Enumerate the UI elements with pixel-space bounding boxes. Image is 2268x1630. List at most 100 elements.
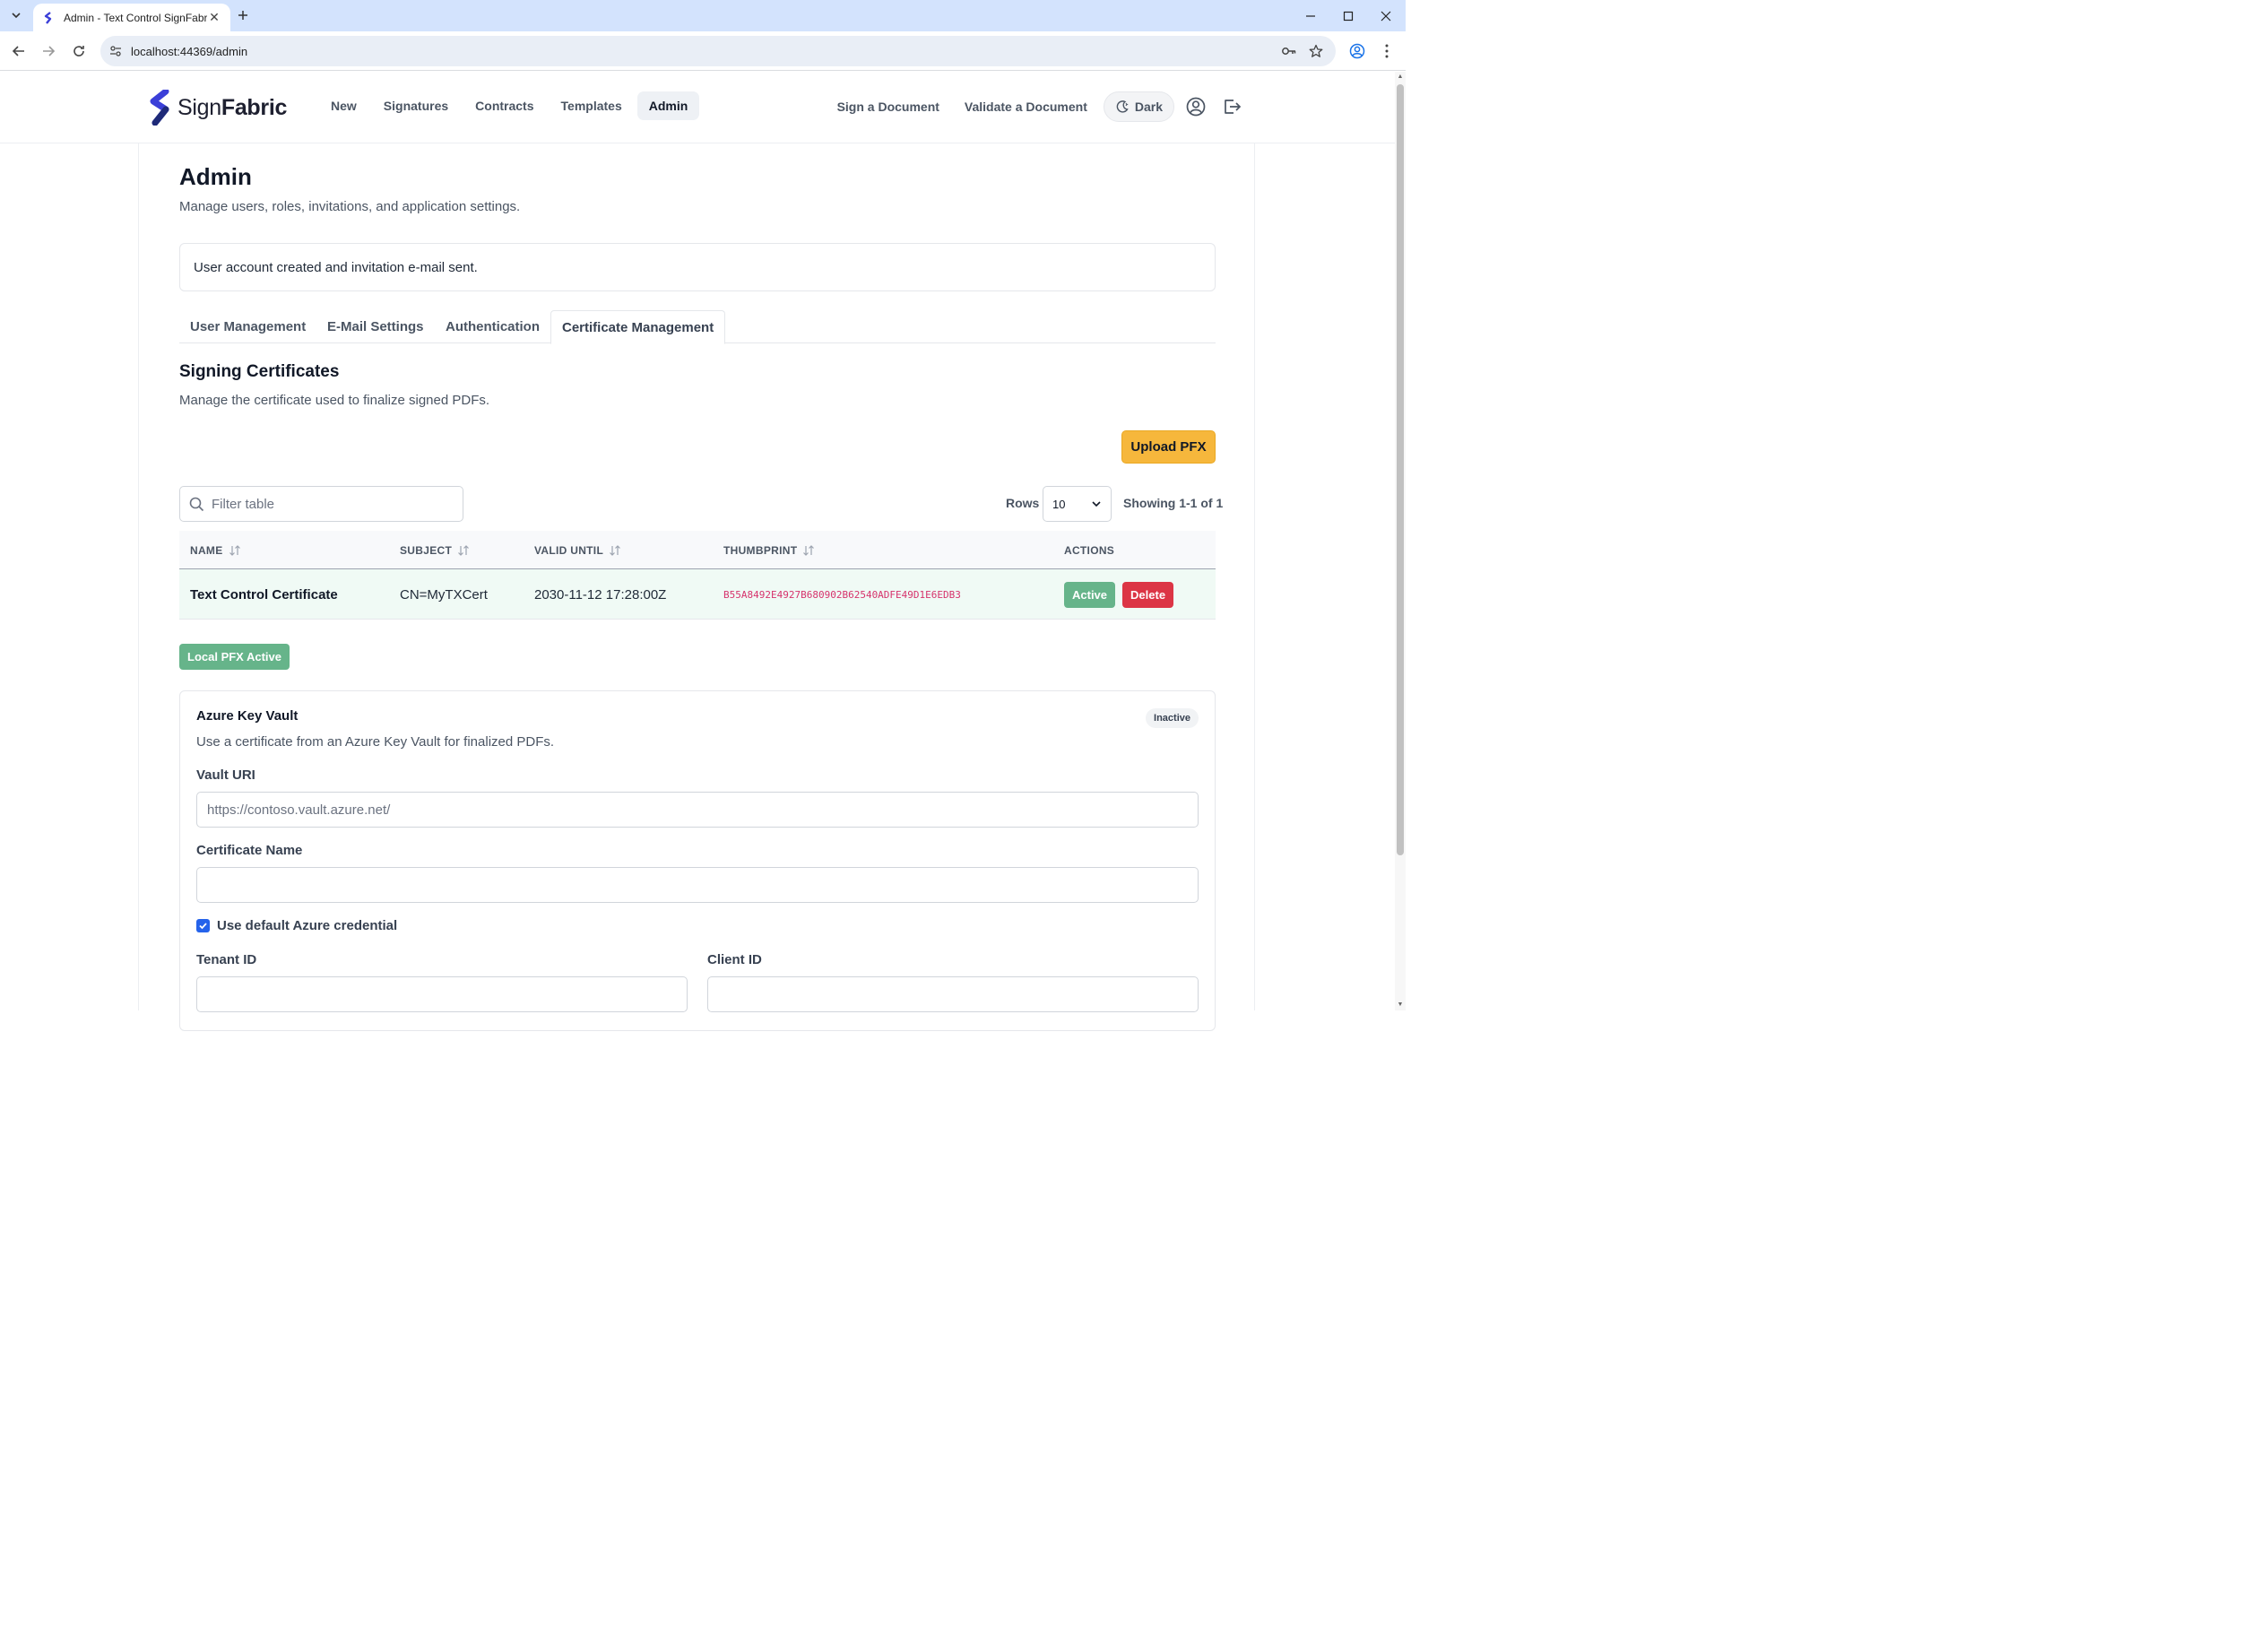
scrollbar-thumb[interactable]: [1397, 84, 1404, 855]
back-button[interactable]: [7, 39, 30, 63]
column-header-name[interactable]: NAME: [190, 531, 241, 569]
nav-signatures[interactable]: Signatures: [372, 91, 460, 120]
url-text: localhost:44369/admin: [131, 44, 248, 58]
user-account-button[interactable]: [1182, 92, 1210, 121]
section-subtitle: Manage the certificate used to finalize …: [179, 393, 490, 408]
site-info-icon[interactable]: [108, 43, 124, 59]
column-header-thumbprint[interactable]: THUMBPRINT: [723, 531, 815, 569]
admin-tabs: User Management E-Mail Settings Authenti…: [179, 310, 1216, 344]
dark-mode-toggle[interactable]: Dark: [1103, 91, 1174, 122]
nav-templates[interactable]: Templates: [550, 91, 634, 120]
rows-per-page-select[interactable]: 10: [1043, 486, 1112, 522]
password-key-button[interactable]: [1277, 39, 1301, 63]
certificates-table: NAME SUBJECT VALID UNTIL THUMBPRINT ACTI…: [179, 531, 1216, 620]
reload-icon: [74, 46, 84, 56]
column-header-actions: ACTIONS: [1064, 543, 1115, 557]
page-scrollbar[interactable]: ▲ ▼: [1395, 72, 1406, 1010]
column-header-valid-until[interactable]: VALID UNTIL: [534, 531, 621, 569]
tab-certificate-management[interactable]: Certificate Management: [550, 310, 726, 344]
sign-document-link[interactable]: Sign a Document: [828, 92, 948, 121]
user-circle-icon: [1186, 97, 1206, 117]
forward-button[interactable]: [37, 39, 60, 63]
sort-icon: [803, 544, 815, 556]
tab-title: Admin - Text Control SignFabric: [64, 11, 207, 24]
dark-mode-label: Dark: [1134, 100, 1163, 114]
chevron-down-icon: [1092, 501, 1101, 507]
signfabric-logo-icon: [150, 90, 169, 126]
tenant-id-label: Tenant ID: [196, 952, 257, 967]
success-alert: User account created and invitation e-ma…: [179, 243, 1216, 291]
chevron-down-icon: [12, 13, 21, 19]
minimize-icon: [1306, 14, 1315, 17]
default-credential-checkbox[interactable]: [196, 919, 210, 932]
maximize-icon: [1343, 11, 1354, 21]
profile-button[interactable]: [1346, 39, 1369, 63]
tab-close-icon[interactable]: ✕: [207, 10, 221, 25]
vault-uri-input[interactable]: [196, 792, 1199, 828]
pagination-summary: Showing 1-1 of 1: [1123, 496, 1224, 510]
vault-uri-label: Vault URI: [196, 767, 255, 783]
tab-search-button[interactable]: [5, 5, 27, 25]
default-credential-row[interactable]: Use default Azure credential: [196, 918, 397, 933]
active-status-badge[interactable]: Active: [1064, 581, 1116, 608]
tenant-id-input[interactable]: [196, 976, 688, 1012]
azure-key-vault-card: Azure Key Vault Inactive Use a certifica…: [179, 690, 1216, 1031]
profile-icon: [1349, 43, 1365, 59]
signfabric-logo[interactable]: SignFabric: [149, 90, 287, 126]
more-vertical-icon: [1385, 44, 1389, 58]
moon-icon: [1116, 100, 1129, 113]
signfabric-favicon-icon: [44, 11, 52, 24]
azure-card-description: Use a certificate from an Azure Key Vaul…: [196, 734, 555, 750]
default-credential-label: Use default Azure credential: [217, 918, 398, 933]
browser-tab-active[interactable]: Admin - Text Control SignFabric ✕: [33, 4, 230, 31]
table-row: Text Control Certificate CN=MyTXCert 203…: [179, 569, 1216, 620]
scroll-up-icon[interactable]: ▲: [1397, 74, 1404, 81]
table-header: NAME SUBJECT VALID UNTIL THUMBPRINT ACTI…: [179, 531, 1216, 569]
cert-name: Text Control Certificate: [190, 586, 338, 603]
main-nav: New Signatures Contracts Templates Admin: [319, 91, 700, 120]
reload-button[interactable]: [67, 39, 91, 63]
tab-user-management[interactable]: User Management: [179, 310, 316, 343]
tab-email-settings[interactable]: E-Mail Settings: [316, 310, 435, 343]
client-id-input[interactable]: [707, 976, 1199, 1012]
section-title: Signing Certificates: [179, 362, 340, 381]
azure-status-badge: Inactive: [1146, 708, 1199, 728]
search-icon: [189, 497, 204, 511]
nav-contracts[interactable]: Contracts: [463, 91, 545, 120]
minimize-button[interactable]: [1291, 0, 1330, 31]
column-header-subject[interactable]: SUBJECT: [400, 531, 470, 569]
maximize-button[interactable]: [1329, 0, 1368, 31]
key-icon: [1282, 48, 1296, 55]
browser-menu-button[interactable]: [1375, 39, 1398, 63]
client-id-label: Client ID: [707, 952, 762, 967]
address-bar[interactable]: localhost:44369/admin: [100, 36, 1336, 66]
logout-button[interactable]: [1217, 92, 1246, 121]
tab-authentication[interactable]: Authentication: [435, 310, 550, 343]
bookmark-button[interactable]: [1304, 39, 1328, 63]
cert-thumbprint: B55A8492E4927B680902B62540ADFE49D1E6EDB3: [723, 588, 961, 601]
close-icon: [1381, 11, 1391, 21]
main-content: Admin Manage users, roles, invitations, …: [138, 143, 1255, 1031]
nav-admin[interactable]: Admin: [636, 91, 700, 120]
rows-value: 10: [1052, 497, 1066, 511]
validate-document-link[interactable]: Validate a Document: [956, 92, 1096, 121]
page-title: Admin: [179, 163, 252, 190]
azure-card-title: Azure Key Vault: [196, 708, 299, 724]
scroll-down-icon[interactable]: ▼: [1397, 1001, 1404, 1009]
cert-valid-until: 2030-11-12 17:28:00Z: [534, 586, 667, 603]
cert-subject: CN=MyTXCert: [400, 586, 488, 603]
filter-table-box: [179, 486, 463, 522]
star-icon: [1309, 44, 1323, 57]
plus-icon: [238, 11, 247, 20]
delete-cert-button[interactable]: Delete: [1122, 581, 1174, 608]
certificate-name-input[interactable]: [196, 867, 1199, 903]
filter-table-input[interactable]: [212, 496, 445, 512]
upload-pfx-button[interactable]: Upload PFX: [1121, 430, 1216, 464]
logo-text: SignFabric: [177, 94, 288, 120]
nav-new[interactable]: New: [319, 91, 368, 120]
browser-toolbar: localhost:44369/admin: [0, 31, 1406, 71]
header-actions: Sign a Document Validate a Document Dark: [828, 91, 1246, 122]
new-tab-button[interactable]: [233, 5, 253, 25]
close-window-button[interactable]: [1366, 0, 1406, 31]
checkmark-icon: [199, 923, 207, 930]
